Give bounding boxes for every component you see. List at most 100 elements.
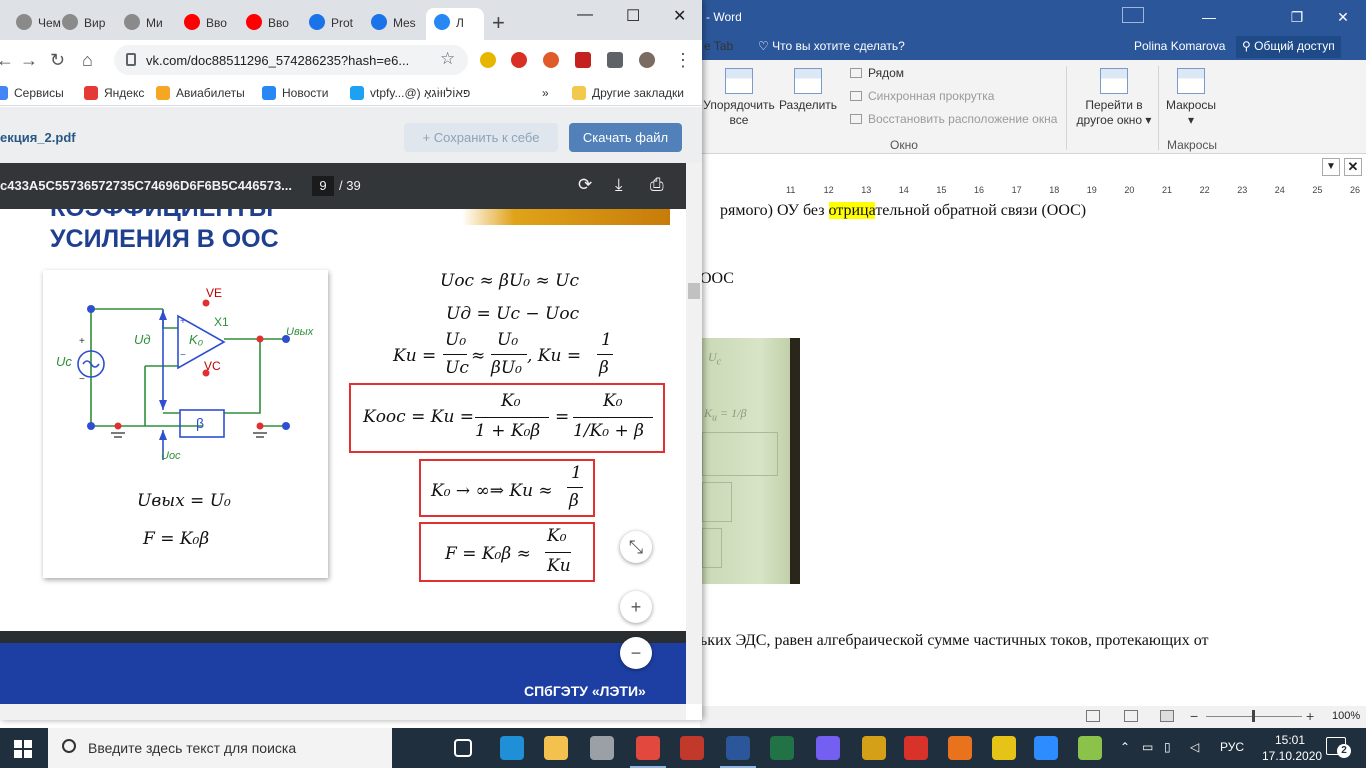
rotate-icon[interactable]: ⟳	[578, 175, 592, 195]
sync-scroll-button[interactable]: Синхронная прокрутка	[850, 89, 994, 103]
bookmark-star-icon[interactable]: ☆	[440, 49, 455, 69]
vertical-scrollbar[interactable]	[686, 163, 702, 704]
zoom-level[interactable]: 100%	[1332, 710, 1360, 722]
browser-tab[interactable]: Ми	[116, 8, 174, 40]
user-name[interactable]: Polina Komarova	[1134, 39, 1225, 53]
maximize-icon[interactable]: ☐	[626, 6, 640, 26]
clock[interactable]: 15:01 17.10.2020	[1262, 732, 1322, 764]
show-hidden-icons[interactable]: ⌃	[1120, 740, 1130, 754]
matlab-icon[interactable]	[948, 736, 972, 760]
search-placeholder[interactable]: Введите здесь текст для поиска	[88, 740, 296, 756]
bookmark-item[interactable]: vtpfy...@) פּאוֹלוּוּוֹגאָ	[350, 86, 470, 100]
read-mode-icon[interactable]	[1086, 710, 1100, 722]
print-icon[interactable]: ⎙	[650, 175, 664, 195]
paint-icon[interactable]	[1078, 736, 1102, 760]
new-tab-button[interactable]: +	[492, 10, 505, 36]
zoom-in-button[interactable]: +	[620, 591, 652, 623]
extension-star-icon[interactable]	[543, 52, 559, 68]
close-doc-icon[interactable]: ✕	[1344, 158, 1362, 176]
volume-icon[interactable]: ◁	[1190, 740, 1199, 754]
bookmark-item[interactable]: Авиабилеты	[156, 86, 245, 100]
chrome-icon[interactable]	[630, 736, 666, 768]
extension-icon[interactable]	[575, 52, 591, 68]
task-view-icon[interactable]	[454, 739, 472, 757]
url-text[interactable]: vk.com/doc88511296_574286235?hash=e6...	[146, 53, 409, 68]
browser-tab[interactable]: Л	[426, 8, 484, 40]
arrange-all-icon	[725, 68, 753, 94]
download-file-button[interactable]: Скачать файл	[569, 123, 682, 152]
back-icon[interactable]: ←	[0, 50, 14, 71]
browser-tab[interactable]: Prot	[301, 8, 359, 40]
viber-icon[interactable]	[816, 736, 840, 760]
browser-tab[interactable]: Вво	[238, 8, 296, 40]
language-indicator[interactable]: РУС	[1220, 740, 1244, 754]
network-icon[interactable]: ▭	[1142, 740, 1153, 754]
app-icon[interactable]	[992, 736, 1016, 760]
browser-tab[interactable]: Вир	[54, 8, 112, 40]
forward-icon[interactable]: →	[20, 50, 38, 71]
excel-icon[interactable]	[770, 736, 794, 760]
file-explorer-icon[interactable]	[544, 736, 568, 760]
zoom-out-button[interactable]: −	[620, 637, 652, 669]
side-by-side-button[interactable]: Рядом	[850, 66, 904, 80]
app-icon[interactable]	[680, 736, 704, 760]
save-to-account-button[interactable]: + Сохранить к себе	[404, 123, 558, 152]
extension-icon[interactable]	[480, 52, 496, 68]
word-icon[interactable]	[720, 736, 756, 768]
bookmark-item[interactable]: Сервисы	[0, 86, 64, 100]
bookmark-item[interactable]: Новости	[262, 86, 328, 100]
browser-tab[interactable]: Вво	[176, 8, 234, 40]
start-button[interactable]	[14, 740, 32, 758]
ribbon-display-icon[interactable]	[1122, 7, 1144, 23]
lock-icon[interactable]	[126, 53, 136, 66]
app-icon[interactable]	[862, 736, 886, 760]
arrange-all-button[interactable]: Упорядочить все	[703, 68, 775, 128]
bookmark-icon	[262, 86, 276, 100]
avatar[interactable]	[639, 52, 655, 68]
bookmark-item[interactable]: Другие закладки	[572, 86, 684, 100]
zoom-icon[interactable]	[1034, 736, 1058, 760]
fit-page-button[interactable]: ⤡	[620, 531, 652, 563]
zoom-in-icon[interactable]: +	[1306, 708, 1314, 724]
page-number-input[interactable]: 9	[312, 176, 334, 196]
reload-icon[interactable]: ↻	[50, 50, 65, 71]
scrollbar-thumb[interactable]	[688, 283, 700, 299]
dropdown-icon[interactable]: ▼	[1322, 158, 1340, 176]
puzzle-icon[interactable]	[607, 52, 623, 68]
share-button[interactable]: ⚲ Общий доступ	[1236, 36, 1341, 58]
close-icon[interactable]: ✕	[673, 6, 686, 26]
browser-tab[interactable]: Mes	[363, 8, 421, 40]
battery-icon[interactable]: ▯	[1164, 740, 1171, 754]
store-icon[interactable]	[590, 736, 614, 760]
horizontal-ruler[interactable]: 1112131415161718192021222324252627	[700, 184, 1360, 198]
document-body[interactable]: рямого) ОУ без отрицательной обратной св…	[700, 198, 1366, 706]
split-button[interactable]: Разделить	[778, 68, 838, 113]
minimize-icon[interactable]: —	[577, 6, 593, 24]
adblock-icon[interactable]	[511, 52, 527, 68]
zoom-out-icon[interactable]: −	[1190, 708, 1198, 724]
home-icon[interactable]: ⌂	[82, 50, 93, 71]
web-layout-icon[interactable]	[1160, 710, 1174, 722]
macros-button[interactable]: Макросы ▾	[1162, 68, 1220, 128]
bookmarks-overflow-icon[interactable]: »	[542, 86, 549, 100]
restore-icon[interactable]: ❐	[1274, 6, 1320, 28]
print-layout-icon[interactable]	[1124, 710, 1138, 722]
solidworks-icon[interactable]	[904, 736, 928, 760]
address-bar[interactable]: vk.com/doc88511296_574286235?hash=e6... …	[114, 45, 468, 75]
tab-label: Л	[456, 16, 464, 30]
download-icon[interactable]: ⤓	[615, 175, 623, 195]
notification-icon[interactable]: 2	[1326, 737, 1351, 758]
embedded-photo[interactable]: Uc Kи = 1/β	[700, 338, 800, 584]
menu-icon[interactable]: ⋮	[674, 50, 692, 71]
bookmark-item[interactable]: Яндекс	[84, 86, 144, 100]
tell-me-input[interactable]: ♡ Что вы хотите сделать?	[758, 39, 905, 53]
minimize-icon[interactable]: —	[1186, 6, 1232, 28]
switch-windows-button[interactable]: Перейти в другое окно ▾	[1074, 68, 1154, 128]
edge-icon[interactable]	[500, 736, 524, 760]
pdf-viewer[interactable]: КОЭФФИЦИЕНТЫ УСИЛЕНИЯ В ООС	[0, 209, 686, 631]
close-icon[interactable]: ✕	[1320, 6, 1366, 28]
reset-window-button[interactable]: Восстановить расположение окна	[850, 112, 1057, 126]
horizontal-scrollbar[interactable]	[0, 704, 686, 720]
zoom-slider-thumb[interactable]	[1252, 710, 1255, 722]
taskbar-search[interactable]: Введите здесь текст для поиска	[48, 728, 392, 768]
